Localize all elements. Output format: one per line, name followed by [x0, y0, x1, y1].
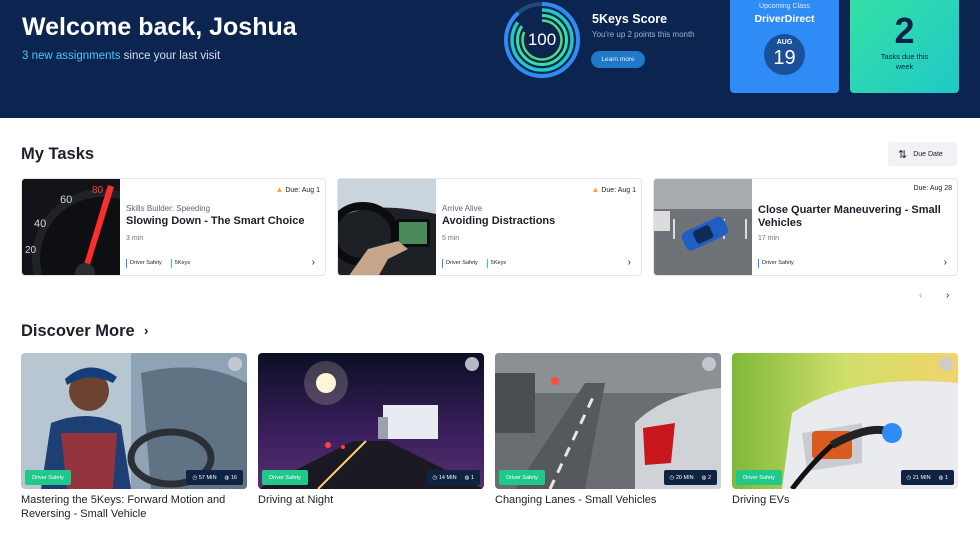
clock-icon: ◷ 57 MIN — [192, 474, 217, 481]
chevron-right-icon[interactable]: › — [628, 257, 631, 268]
learn-more-button[interactable]: Learn more — [591, 51, 645, 68]
score-subtitle: You're up 2 points this month — [592, 30, 695, 39]
course-meta: ◷ 21 MIN ◍ 1 — [900, 470, 954, 485]
night-highway-thumbnail — [258, 353, 484, 489]
task-duration: 3 min — [126, 235, 144, 242]
assignments-suffix: since your last visit — [120, 50, 221, 62]
category-badge: Driver Safety — [262, 470, 308, 485]
course-meta: ◷ 14 MIN ◍ 1 — [426, 470, 480, 485]
bookmark-icon[interactable] — [465, 357, 479, 371]
upcoming-class-card[interactable]: Upcoming Class DriverDirect AUG 19 — [730, 0, 839, 93]
task-tags: Driver Safety 5Keys — [442, 259, 506, 268]
tasks-due-card[interactable]: 2 Tasks due this week — [850, 0, 959, 93]
course-card[interactable]: Driver Safety ◷ 57 MIN ◍ 16 — [21, 353, 247, 489]
category-badge: Driver Safety — [25, 470, 71, 485]
my-tasks-title: My Tasks — [21, 145, 95, 163]
upcoming-class-label: Upcoming Class — [759, 3, 810, 10]
svg-text:40: 40 — [34, 218, 46, 230]
clock-icon: ◷ 20 MIN — [669, 474, 694, 481]
course-title[interactable]: Mastering the 5Keys: Forward Motion and … — [21, 493, 251, 521]
next-page-icon[interactable]: › — [946, 290, 949, 301]
tasks-due-count: 2 — [894, 10, 915, 51]
svg-text:80: 80 — [92, 185, 104, 196]
score-value: 100 — [527, 30, 557, 49]
parking-lot-thumbnail — [654, 179, 752, 275]
chevron-right-icon[interactable]: › — [144, 323, 148, 338]
driver-smiling-thumbnail — [21, 353, 247, 489]
task-card[interactable]: ▲ Due: Aug 1 Arrive Alive Avoiding Distr… — [337, 178, 642, 276]
course-card[interactable]: Driver Safety ◷ 14 MIN ◍ 1 — [258, 353, 484, 489]
class-date-month: AUG — [776, 39, 793, 46]
class-date-badge: AUG 19 — [764, 34, 805, 75]
task-title: Avoiding Distractions — [442, 215, 556, 227]
task-due-date: Due: Aug 28 — [913, 185, 952, 192]
globe-icon: ◍ 1 — [464, 474, 474, 481]
task-card[interactable]: 40 60 20 80 ▲ Due: Aug 1 Skills Builder:… — [21, 178, 326, 276]
globe-icon: ◍ 2 — [701, 474, 711, 481]
welcome-header: Welcome back, Joshua 3 new assignments s… — [0, 0, 980, 118]
bookmark-icon[interactable] — [702, 357, 716, 371]
task-title: Close Quarter Maneuvering - Small Vehicl… — [758, 204, 941, 229]
upcoming-class-name: DriverDirect — [754, 13, 815, 25]
svg-text:60: 60 — [60, 194, 72, 206]
bookmark-icon[interactable] — [939, 357, 953, 371]
new-assignments-link[interactable]: 3 new assignments — [22, 50, 120, 62]
welcome-title: Welcome back, Joshua — [22, 13, 297, 41]
assignments-summary: 3 new assignments since your last visit — [22, 50, 220, 62]
bookmark-icon[interactable] — [228, 357, 242, 371]
svg-text:20: 20 — [25, 245, 37, 256]
task-tag: Driver Safety — [442, 259, 478, 268]
class-date-day: 19 — [773, 47, 796, 69]
task-tags: Driver Safety 5Keys — [126, 259, 190, 268]
task-tag: 5Keys — [170, 259, 190, 268]
task-tag: Driver Safety — [126, 259, 162, 268]
chevron-right-icon[interactable]: › — [944, 257, 947, 268]
task-category: Skills Builder: Speeding — [126, 204, 211, 213]
course-title[interactable]: Driving at Night — [258, 493, 488, 507]
category-badge: Driver Safety — [736, 470, 782, 485]
tasks-due-label: Tasks due this week — [880, 52, 929, 71]
course-card[interactable]: Driver Safety ◷ 20 MIN ◍ 2 — [495, 353, 721, 489]
task-tag: 5Keys — [486, 259, 506, 268]
task-card[interactable]: Due: Aug 28 Close Quarter Maneuvering - … — [653, 178, 958, 276]
course-meta: ◷ 57 MIN ◍ 16 — [186, 470, 243, 485]
course-title[interactable]: Changing Lanes - Small Vehicles — [495, 493, 725, 507]
previous-page-icon[interactable]: ‹ — [919, 290, 922, 301]
clock-icon: ◷ 14 MIN — [432, 474, 457, 481]
sort-icon: ⇅ — [898, 148, 908, 161]
globe-icon: ◍ 16 — [224, 474, 237, 481]
course-card[interactable]: Driver Safety ◷ 21 MIN ◍ 1 — [732, 353, 958, 489]
course-title[interactable]: Driving EVs — [732, 493, 962, 507]
traffic-lanes-thumbnail — [495, 353, 721, 489]
task-tag: Driver Safety — [758, 259, 794, 268]
chevron-right-icon[interactable]: › — [312, 257, 315, 268]
speedometer-thumbnail: 40 60 20 80 — [22, 179, 120, 275]
sort-label: Due Date — [913, 150, 943, 158]
course-meta: ◷ 20 MIN ◍ 2 — [663, 470, 717, 485]
task-duration: 5 min — [442, 235, 460, 242]
ev-charging-thumbnail — [732, 353, 958, 489]
category-badge: Driver Safety — [499, 470, 545, 485]
task-due-date: ▲ Due: Aug 1 — [591, 185, 636, 194]
task-duration: 17 min — [758, 235, 780, 242]
score-title: 5Keys Score — [592, 12, 668, 26]
globe-icon: ◍ 1 — [938, 474, 948, 481]
task-category: Arrive Alive — [442, 204, 483, 213]
task-title: Slowing Down - The Smart Choice — [126, 215, 305, 227]
warning-icon: ▲ — [275, 185, 284, 194]
sort-due-date-button[interactable]: ⇅ Due Date — [888, 142, 957, 166]
warning-icon: ▲ — [591, 185, 600, 194]
discover-more-title[interactable]: Discover More — [21, 322, 135, 341]
task-due-date: ▲ Due: Aug 1 — [275, 185, 320, 194]
clock-icon: ◷ 21 MIN — [906, 474, 931, 481]
task-tags: Driver Safety — [758, 259, 794, 268]
driver-phone-thumbnail — [338, 179, 436, 275]
